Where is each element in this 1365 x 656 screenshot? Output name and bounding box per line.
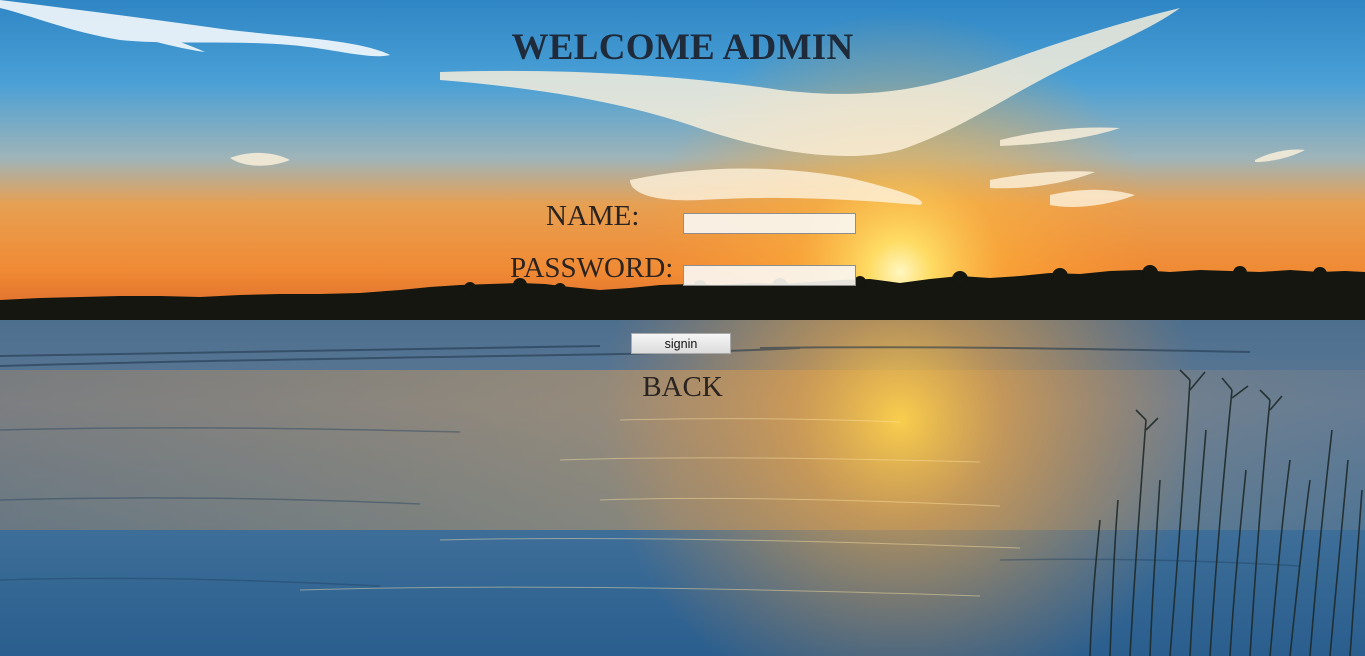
back-link-label[interactable]: BACK (642, 371, 723, 404)
lake-sunset-background-image (0, 0, 1365, 656)
signin-button[interactable]: signin (631, 333, 731, 354)
page-title: WELCOME ADMIN (511, 27, 854, 68)
admin-login-page: WELCOME ADMIN NAME: PASSWORD: signin BAC… (0, 0, 1365, 656)
name-label: NAME: (546, 200, 640, 232)
password-input[interactable] (683, 265, 856, 286)
back-link: BACK (0, 371, 1365, 404)
name-input[interactable] (683, 213, 856, 234)
password-label: PASSWORD: (510, 252, 674, 284)
